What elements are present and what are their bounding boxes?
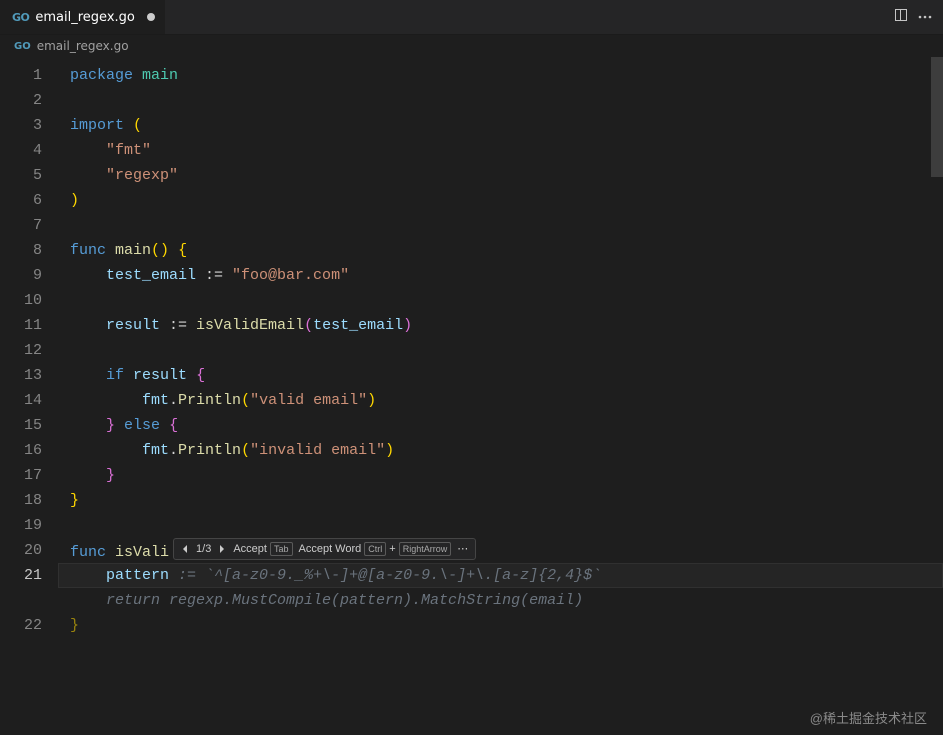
watermark: @稀土掘金技术社区	[810, 708, 927, 727]
code-line[interactable]: }	[70, 463, 943, 488]
suggestion-counter: 1/3	[196, 537, 211, 562]
line-number: 5	[0, 163, 42, 188]
line-number: 4	[0, 138, 42, 163]
code-line[interactable]	[70, 213, 943, 238]
line-number: 17	[0, 463, 42, 488]
editor-frame: GO email_regex.go GO email_regex.go 1234…	[0, 0, 943, 735]
inline-suggestion-toolbar[interactable]: 1/3 AcceptTab Accept WordCtrl+RightArrow…	[173, 538, 476, 560]
code-line[interactable]: } else {	[70, 413, 943, 438]
line-number: 6	[0, 188, 42, 213]
line-number: 19	[0, 513, 42, 538]
code-line[interactable]: result := isValidEmail(test_email)	[70, 313, 943, 338]
toolbar-more-icon[interactable]: ⋯	[457, 537, 469, 562]
line-number: 20	[0, 538, 42, 563]
next-suggestion-icon[interactable]	[217, 544, 227, 554]
code-line[interactable]: }	[70, 488, 943, 513]
code-line[interactable]: package main	[70, 63, 943, 88]
code-line[interactable]: pattern := `^[a-z0-9._%+\-]+@[a-z0-9.\-]…	[58, 563, 943, 588]
dirty-indicator-icon	[147, 13, 155, 21]
prev-suggestion-icon[interactable]	[180, 544, 190, 554]
code-line[interactable]: func main() {	[70, 238, 943, 263]
breadcrumb-filename: email_regex.go	[37, 39, 129, 53]
line-number: 7	[0, 213, 42, 238]
split-editor-icon[interactable]	[893, 7, 909, 27]
code-line[interactable]	[70, 88, 943, 113]
line-number: 3	[0, 113, 42, 138]
ghost-suggestion-line: return regexp.MustCompile(pattern).Match…	[58, 588, 943, 613]
code-line[interactable]: func isVali 1/3 AcceptTab Accept WordCtr…	[70, 538, 943, 563]
code-line[interactable]	[70, 288, 943, 313]
line-number: 18	[0, 488, 42, 513]
line-number: 9	[0, 263, 42, 288]
code-line[interactable]: import (	[70, 113, 943, 138]
accept-button[interactable]: AcceptTab	[233, 537, 292, 562]
code-area[interactable]: 12345678910111213141516171819202122 pack…	[0, 57, 943, 735]
code-lines[interactable]: package main import ( "fmt" "regexp") func…	[58, 57, 943, 735]
code-line[interactable]: test_email := "foo@bar.com"	[70, 263, 943, 288]
line-number: 22	[0, 613, 42, 638]
line-number: 21	[0, 563, 42, 588]
tab-actions	[893, 7, 943, 27]
line-number: 13	[0, 363, 42, 388]
line-number: 12	[0, 338, 42, 363]
code-line[interactable]: if result {	[70, 363, 943, 388]
accept-word-button[interactable]: Accept WordCtrl+RightArrow	[299, 537, 452, 562]
more-actions-icon[interactable]	[917, 9, 933, 25]
line-number: 2	[0, 88, 42, 113]
code-line[interactable]: fmt.Println("invalid email")	[70, 438, 943, 463]
code-line[interactable]: fmt.Println("valid email")	[70, 388, 943, 413]
code-line[interactable]	[70, 513, 943, 538]
vertical-scrollbar[interactable]	[931, 57, 943, 177]
code-line[interactable]: "regexp"	[70, 163, 943, 188]
go-file-icon: GO	[12, 11, 29, 24]
go-file-icon: GO	[14, 41, 31, 52]
line-number: 11	[0, 313, 42, 338]
tab-email-regex[interactable]: GO email_regex.go	[0, 0, 165, 34]
line-number-gutter: 12345678910111213141516171819202122	[0, 57, 58, 735]
code-line[interactable]: )	[70, 188, 943, 213]
code-line[interactable]: "fmt"	[70, 138, 943, 163]
code-line[interactable]	[70, 338, 943, 363]
line-number: 10	[0, 288, 42, 313]
line-number: 1	[0, 63, 42, 88]
line-number: 16	[0, 438, 42, 463]
code-line[interactable]: }	[70, 613, 943, 638]
breadcrumb[interactable]: GO email_regex.go	[0, 35, 943, 57]
tab-filename: email_regex.go	[35, 10, 134, 25]
line-number: 14	[0, 388, 42, 413]
line-number: 15	[0, 413, 42, 438]
tab-bar: GO email_regex.go	[0, 0, 943, 35]
line-number: 8	[0, 238, 42, 263]
